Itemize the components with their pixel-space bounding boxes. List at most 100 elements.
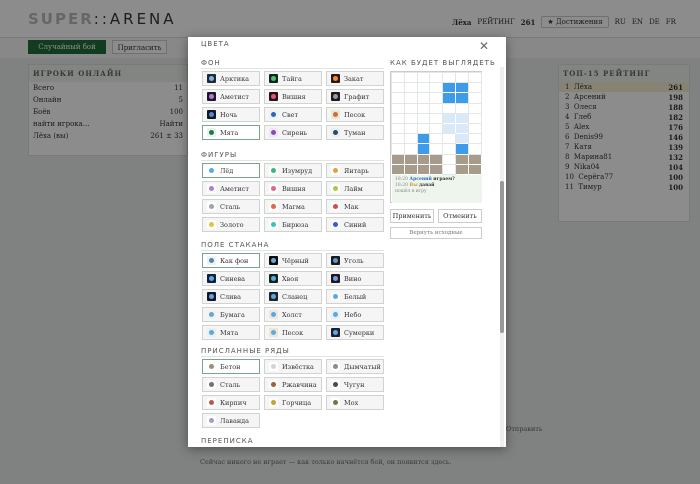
color-option[interactable]: Мята: [202, 125, 260, 140]
section-title: ФОН: [201, 59, 221, 67]
swatch-icon: [207, 74, 216, 83]
color-option[interactable]: Лайм: [326, 181, 384, 196]
option-label: Янтарь: [344, 166, 369, 175]
color-option[interactable]: Туман: [326, 125, 384, 140]
ghost-cell: [443, 124, 455, 134]
color-option[interactable]: Горчица: [264, 395, 322, 410]
color-option[interactable]: Кирпич: [202, 395, 260, 410]
color-option[interactable]: Вишня: [264, 89, 322, 104]
color-option[interactable]: Аметист: [202, 89, 260, 104]
swatch-icon: [331, 202, 340, 211]
color-option[interactable]: Сланец: [264, 289, 322, 304]
swatch-icon: [331, 328, 340, 337]
grid-cell: [391, 112, 405, 125]
grid-cell: [455, 102, 469, 114]
piece-cell: [443, 93, 455, 103]
color-option[interactable]: Чугун: [326, 377, 384, 392]
color-option[interactable]: Чёрный: [264, 253, 322, 268]
grid-cell: [403, 82, 418, 94]
color-option[interactable]: Белый: [326, 289, 384, 304]
grid-cell: [442, 143, 456, 155]
swatch-icon: [269, 74, 278, 83]
color-option[interactable]: Магма: [264, 199, 322, 214]
colors-modal: ЦВЕТА ✕ ФОН Арктика Тайга Закат Аметист Вишня…: [188, 37, 506, 447]
piece-cell: [456, 93, 468, 103]
grid-cell: [403, 92, 418, 104]
color-option[interactable]: Синева: [202, 271, 260, 286]
swatch-icon: [331, 166, 340, 175]
color-option[interactable]: Бетон: [202, 359, 260, 374]
color-option[interactable]: Синий: [326, 217, 384, 232]
color-option[interactable]: Изумруд: [264, 163, 322, 178]
color-option[interactable]: Аметист: [202, 181, 260, 196]
swatch-icon: [331, 74, 340, 83]
color-option[interactable]: Слива: [202, 289, 260, 304]
swatch-icon: [269, 362, 278, 371]
color-option[interactable]: Холст: [264, 307, 322, 322]
option-label: Вишня: [282, 92, 306, 101]
scrollbar-thumb[interactable]: [500, 181, 504, 333]
swatch-icon: [331, 256, 340, 265]
swatch-icon: [331, 92, 340, 101]
grid-cell: [416, 71, 431, 84]
option-grid: Арктика Тайга Закат Аметист Вишня Графит Ночь С…: [202, 71, 384, 140]
color-option[interactable]: Бирюза: [264, 217, 322, 232]
grid-cell: [429, 102, 444, 114]
garbage-cell: [468, 154, 481, 164]
color-option[interactable]: Сумерки: [326, 325, 384, 340]
color-option[interactable]: Песок: [326, 107, 384, 122]
color-option[interactable]: Мох: [326, 395, 384, 410]
grid-cell: [403, 112, 418, 125]
option-label: Уголь: [344, 256, 364, 265]
piece-cell: [456, 83, 468, 93]
color-option[interactable]: Небо: [326, 307, 384, 322]
reset-button[interactable]: Вернуть исходные: [390, 227, 482, 239]
grid-cell: [391, 133, 405, 145]
color-option[interactable]: Хвоя: [264, 271, 322, 286]
color-option[interactable]: Золото: [202, 217, 260, 232]
color-option[interactable]: Вино: [326, 271, 384, 286]
color-option[interactable]: Графит: [326, 89, 384, 104]
color-option[interactable]: Как фон: [202, 253, 260, 268]
color-option[interactable]: Сталь: [202, 377, 260, 392]
color-option[interactable]: Закат: [326, 71, 384, 86]
color-option[interactable]: Ночь: [202, 107, 260, 122]
color-option[interactable]: Лёд: [202, 163, 260, 178]
grid-cell: [403, 143, 418, 155]
color-option[interactable]: Ржавчина: [264, 377, 322, 392]
option-label: Вино: [344, 274, 362, 283]
color-option[interactable]: Арктика: [202, 71, 260, 86]
color-option[interactable]: Бумага: [202, 307, 260, 322]
grid-cell: [429, 92, 444, 104]
garbage-cell: [404, 164, 417, 174]
grid-cell: [442, 102, 456, 114]
color-option[interactable]: Уголь: [326, 253, 384, 268]
color-option[interactable]: Дымчатый: [326, 359, 384, 374]
grid-cell: [429, 122, 444, 135]
swatch-icon: [207, 184, 216, 193]
option-label: Магма: [282, 202, 305, 211]
color-option[interactable]: Песок: [264, 325, 322, 340]
option-label: Ночь: [220, 110, 238, 119]
swatch-icon: [207, 292, 216, 301]
color-option[interactable]: Свет: [264, 107, 322, 122]
cancel-button[interactable]: Отменить: [438, 209, 482, 223]
color-option[interactable]: Мята: [202, 325, 260, 340]
apply-button[interactable]: Применить: [390, 209, 434, 223]
color-option[interactable]: Сталь: [202, 199, 260, 214]
close-icon[interactable]: ✕: [479, 39, 489, 53]
swatch-icon: [207, 92, 216, 101]
color-option[interactable]: Мак: [326, 199, 384, 214]
color-option[interactable]: Лаванда: [202, 413, 260, 428]
color-option[interactable]: Извёстка: [264, 359, 322, 374]
garbage-cell: [417, 154, 430, 164]
swatch-icon: [207, 310, 216, 319]
color-option[interactable]: Сирень: [264, 125, 322, 140]
option-label: Извёстка: [282, 362, 314, 371]
option-label: Лаванда: [220, 416, 250, 425]
color-option[interactable]: Янтарь: [326, 163, 384, 178]
color-option[interactable]: Тайга: [264, 71, 322, 86]
option-label: Бумага: [220, 310, 245, 319]
color-option[interactable]: Вишня: [264, 181, 322, 196]
grid-cell: [391, 71, 405, 84]
